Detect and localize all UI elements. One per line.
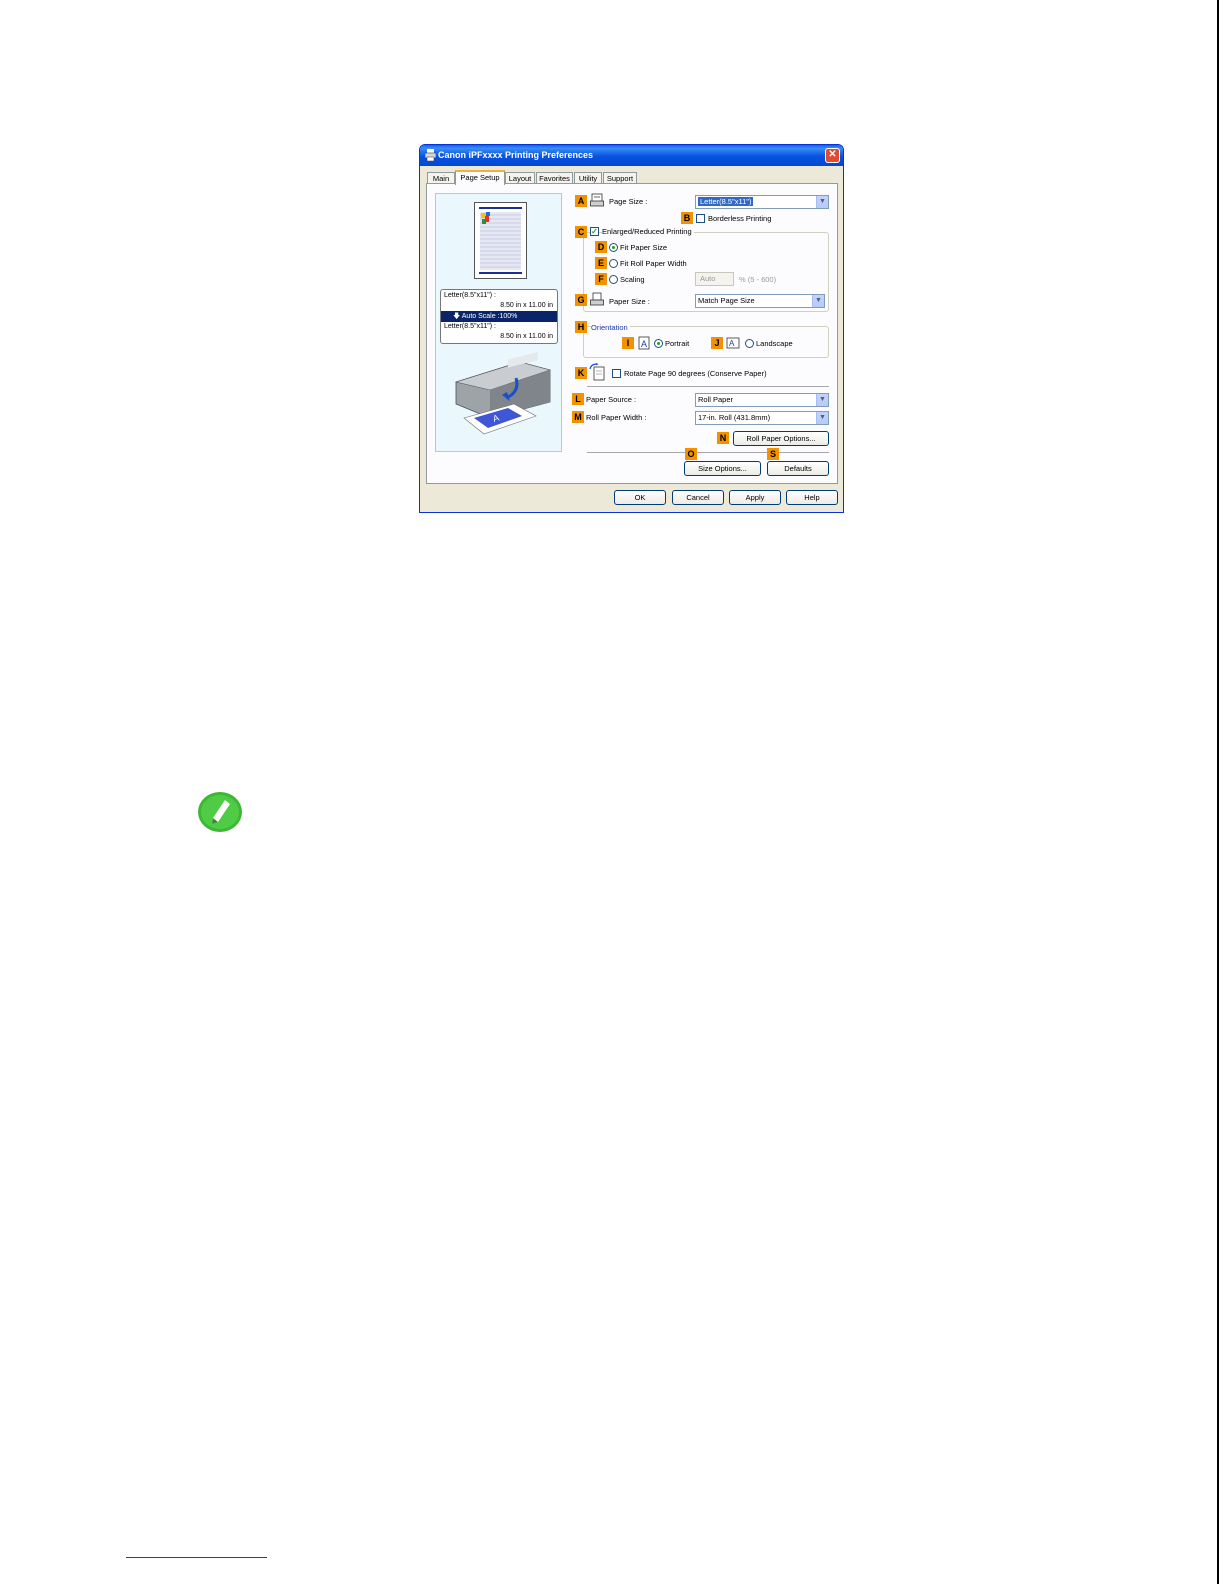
preview-panel: Letter(8.5"x11") : 8.50 in x 11.00 in 🡇 … xyxy=(435,193,562,452)
badge-b: B xyxy=(681,212,693,224)
badge-c: C xyxy=(575,226,587,238)
paper-info-box: Letter(8.5"x11") : 8.50 in x 11.00 in 🡇 … xyxy=(440,289,558,344)
badge-f: F xyxy=(595,273,607,285)
paper-source-value: Roll Paper xyxy=(698,395,734,404)
printer-illustration: A xyxy=(454,352,552,435)
chevron-down-icon: ▼ xyxy=(816,412,828,424)
title-bar[interactable]: Canon iPFxxxx Printing Preferences ✕ xyxy=(420,145,843,166)
fit-paper-size-label: Fit Paper Size xyxy=(620,243,668,252)
info-paper-size: Letter(8.5"x11") : xyxy=(444,323,496,330)
paper-size-icon xyxy=(590,292,604,306)
scaling-value: Auto xyxy=(700,274,716,283)
svg-text:A: A xyxy=(641,339,647,349)
page-setup-panel: Letter(8.5"x11") : 8.50 in x 11.00 in 🡇 … xyxy=(426,183,838,484)
enlarged-checkbox[interactable]: ✓ xyxy=(590,227,599,236)
portrait-label: Portrait xyxy=(665,339,690,348)
badge-h: H xyxy=(575,321,587,333)
fit-paper-size-radio[interactable] xyxy=(609,243,618,252)
defaults-button[interactable]: Defaults xyxy=(767,461,829,476)
scaling-radio[interactable] xyxy=(609,275,618,284)
size-options-button[interactable]: Size Options... xyxy=(684,461,761,476)
borderless-label: Borderless Printing xyxy=(708,214,772,223)
scaling-label: Scaling xyxy=(620,275,645,284)
paper-source-label: Paper Source : xyxy=(586,395,637,404)
printer-icon xyxy=(425,149,436,161)
page-size-select[interactable]: Letter(8.5"x11") ▼ xyxy=(695,195,829,209)
fit-roll-width-label: Fit Roll Paper Width xyxy=(620,259,687,268)
paper-source-select[interactable]: Roll Paper ▼ xyxy=(695,393,829,407)
fit-roll-width-radio[interactable] xyxy=(609,259,618,268)
badge-o: O xyxy=(685,448,697,460)
paper-size-select[interactable]: Match Page Size ▼ xyxy=(695,294,825,308)
enlarged-label: Enlarged/Reduced Printing xyxy=(602,227,694,236)
apply-button[interactable]: Apply xyxy=(729,490,781,505)
badge-n: N xyxy=(717,432,729,444)
badge-j: J xyxy=(711,337,723,349)
rotate-checkbox[interactable] xyxy=(612,369,621,378)
footer-link-underline[interactable] xyxy=(126,1557,267,1558)
rotate-label: Rotate Page 90 degrees (Conserve Paper) xyxy=(624,369,767,378)
badge-l: L xyxy=(572,393,584,405)
landscape-radio[interactable] xyxy=(745,339,754,348)
close-icon: ✕ xyxy=(828,149,837,160)
roll-width-select[interactable]: 17-in. Roll (431.8mm) ▼ xyxy=(695,411,829,425)
auto-scale-text: 🡇 Auto Scale :100% xyxy=(453,313,518,320)
page-preview-thumbnail xyxy=(474,202,527,279)
chevron-down-icon: ▼ xyxy=(816,196,828,208)
printing-preferences-dialog: Canon iPFxxxx Printing Preferences ✕ Mai… xyxy=(419,144,844,513)
svg-text:A: A xyxy=(729,339,735,348)
dialog-title: Canon iPFxxxx Printing Preferences xyxy=(438,150,594,160)
divider xyxy=(587,452,829,453)
badge-e: E xyxy=(595,257,607,269)
rotate-icon xyxy=(589,363,605,381)
badge-k: K xyxy=(575,367,587,379)
info-page-size: Letter(8.5"x11") : xyxy=(444,292,496,299)
scaling-input[interactable]: Auto xyxy=(695,272,734,286)
cancel-button[interactable]: Cancel xyxy=(672,490,724,505)
badge-s: S xyxy=(767,448,779,460)
tab-page-setup[interactable]: Page Setup xyxy=(455,170,505,185)
badge-d: D xyxy=(595,241,607,253)
portrait-icon: A xyxy=(638,336,650,350)
page-size-value: Letter(8.5"x11") xyxy=(698,197,754,206)
roll-width-label: Roll Paper Width : xyxy=(586,413,647,422)
chevron-down-icon: ▼ xyxy=(816,394,828,406)
badge-m: M xyxy=(572,411,584,423)
note-pencil-icon xyxy=(198,792,242,832)
portrait-radio[interactable] xyxy=(654,339,663,348)
help-button[interactable]: Help xyxy=(786,490,838,505)
page-size-label: Page Size : xyxy=(609,197,648,206)
borderless-checkbox[interactable] xyxy=(696,214,705,223)
info-paper-dims: 8.50 in x 11.00 in xyxy=(500,333,553,340)
landscape-icon: A xyxy=(726,337,740,349)
roll-paper-options-button[interactable]: Roll Paper Options... xyxy=(733,431,829,446)
page-size-icon xyxy=(590,193,604,207)
landscape-label: Landscape xyxy=(756,339,793,348)
divider xyxy=(587,386,829,387)
scaling-range: % (5 - 600) xyxy=(739,275,777,284)
badge-i: I xyxy=(622,337,634,349)
chevron-down-icon: ▼ xyxy=(812,295,824,307)
paper-size-value: Match Page Size xyxy=(698,296,755,305)
info-auto-scale: 🡇 Auto Scale :100% xyxy=(441,311,557,322)
ok-button[interactable]: OK xyxy=(614,490,666,505)
info-page-dims: 8.50 in x 11.00 in xyxy=(500,302,553,309)
badge-a: A xyxy=(575,195,587,207)
orientation-label: Orientation xyxy=(591,323,630,332)
page-edge-bar xyxy=(1217,0,1219,1584)
badge-g: G xyxy=(575,294,587,306)
close-button[interactable]: ✕ xyxy=(825,148,840,163)
roll-width-value: 17-in. Roll (431.8mm) xyxy=(698,413,771,422)
paper-size-label: Paper Size : xyxy=(609,297,650,306)
